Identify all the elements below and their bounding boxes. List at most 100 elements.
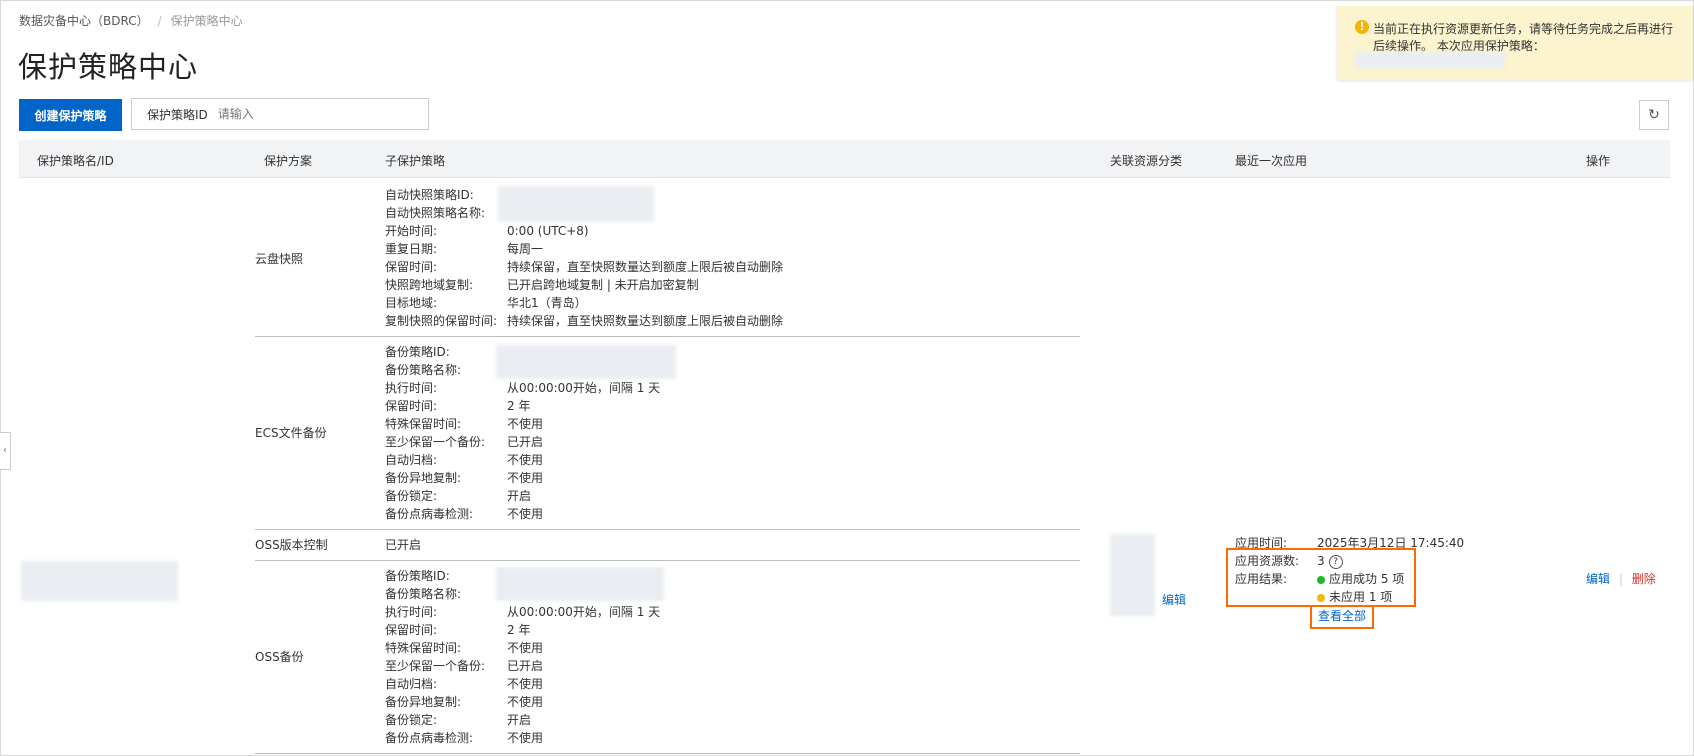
detail-value: 不使用 [507, 453, 544, 467]
detail-row: 备份策略名称: [385, 361, 1085, 379]
delete-policy-link[interactable]: 删除 [1632, 572, 1656, 586]
scheme-oss-versioning: OSS版本控制 [255, 538, 328, 552]
detail-key: 重复日期: [385, 242, 438, 256]
policy-name-redacted [21, 561, 178, 601]
warning-icon: ! [1355, 20, 1369, 34]
table-header: 保护策略名/ID 保护方案 子保护策略 关联资源分类 最近一次应用 操作 [19, 140, 1670, 178]
detail-key: 开始时间: [385, 224, 438, 238]
detail-value: 不使用 [507, 507, 544, 521]
resource-category-redacted [1110, 534, 1155, 616]
detail-row: 特殊保留时间: 不使用 [385, 415, 1085, 433]
row-divider [255, 336, 1080, 337]
search-input[interactable] [217, 107, 368, 121]
scheme-ecs-backup: ECS文件备份 [255, 426, 327, 440]
detail-row: 特殊保留时间: 不使用 [385, 639, 1085, 657]
toast-message: 当前正在执行资源更新任务，请等待任务完成之后再进行后续操作。 本次应用保护策略： [1373, 22, 1674, 53]
row-actions: 编辑 | 删除 [1586, 570, 1656, 588]
row-divider [255, 753, 1080, 754]
oss-versioning-value: 已开启 [385, 538, 422, 552]
action-separator: | [1618, 572, 1623, 586]
edit-policy-link[interactable]: 编辑 [1586, 572, 1610, 586]
page-title: 保护策略中心 [18, 50, 199, 84]
detail-key: 特殊保留时间: [385, 417, 462, 431]
create-policy-button[interactable]: 创建保护策略 [19, 99, 122, 131]
detail-key: 复制快照的保留时间: [385, 314, 498, 328]
detail-row: 目标地域: 华北1（青岛） [385, 294, 1085, 312]
detail-key: 备份策略ID: [385, 569, 450, 583]
col-policy-name: 保护策略名/ID [37, 154, 114, 168]
detail-row: 至少保留一个备份: 已开启 [385, 657, 1085, 675]
snapshot-id-redacted [498, 186, 654, 222]
col-resource-category: 关联资源分类 [1110, 154, 1183, 168]
detail-key: 自动归档: [385, 677, 438, 691]
detail-value: 不使用 [507, 417, 544, 431]
detail-value: 持续保留，直至快照数量达到额度上限后被自动删除 [507, 314, 784, 328]
detail-row: 自动归档: 不使用 [385, 451, 1085, 469]
detail-key: 自动归档: [385, 453, 438, 467]
detail-row: 自动归档: 不使用 [385, 675, 1085, 693]
detail-row: 执行时间: 从00:00:00开始，间隔 1 天 [385, 379, 1085, 397]
detail-row: 备份锁定: 开启 [385, 487, 1085, 505]
detail-value: 持续保留，直至快照数量达到额度上限后被自动删除 [507, 260, 784, 274]
detail-key: 自动快照策略ID: [385, 188, 474, 202]
chevron-left-icon: ‹ [3, 445, 7, 456]
breadcrumb-root[interactable]: 数据灾备中心（BDRC） [19, 14, 149, 28]
highlight-box-view-all [1310, 605, 1374, 629]
row-divider [255, 560, 1080, 561]
detail-value: 每周一 [507, 242, 544, 256]
detail-key: 备份点病毒检测: [385, 731, 474, 745]
detail-row: 备份点病毒检测: 不使用 [385, 505, 1085, 523]
detail-value: 不使用 [507, 677, 544, 691]
policy-id-search[interactable]: 保护策略ID [131, 98, 429, 130]
detail-row: 自动快照策略名称: [385, 204, 1085, 222]
detail-value: 已开启 [507, 435, 544, 449]
detail-value: 不使用 [507, 641, 544, 655]
detail-key: 特殊保留时间: [385, 641, 462, 655]
refresh-button[interactable]: ↻ [1639, 100, 1669, 130]
detail-value: 开启 [507, 489, 532, 503]
detail-value: 0:00 (UTC+8) [507, 224, 589, 238]
detail-key: 备份策略ID: [385, 345, 450, 359]
detail-value: 不使用 [507, 695, 544, 709]
oss-backup-id-redacted [496, 567, 664, 601]
highlight-box-apply-result [1226, 548, 1416, 607]
col-last-apply: 最近一次应用 [1235, 154, 1308, 168]
detail-value: 开启 [507, 713, 532, 727]
detail-key: 保留时间: [385, 399, 438, 413]
oss-backup-details: 备份策略ID: 备份策略名称: 执行时间: 从00:00:00开始，间隔 1 天 … [385, 567, 1085, 747]
breadcrumb-separator: / [157, 14, 162, 28]
detail-row: 备份异地复制: 不使用 [385, 469, 1085, 487]
detail-row: 保留时间: 2 年 [385, 397, 1085, 415]
detail-key: 备份点病毒检测: [385, 507, 474, 521]
detail-key: 备份策略名称: [385, 587, 462, 601]
detail-value: 不使用 [507, 731, 544, 745]
detail-key: 备份异地复制: [385, 471, 462, 485]
search-label: 保护策略ID [147, 107, 208, 122]
detail-key: 备份锁定: [385, 489, 438, 503]
snapshot-details: 自动快照策略ID: 自动快照策略名称: 开始时间: 0:00 (UTC+8) 重复… [385, 186, 1085, 330]
detail-row: 备份锁定: 开启 [385, 711, 1085, 729]
detail-key: 快照跨地域复制: [385, 278, 474, 292]
detail-value: 从00:00:00开始，间隔 1 天 [507, 381, 661, 395]
ecs-backup-details: 备份策略ID: 备份策略名称: 执行时间: 从00:00:00开始，间隔 1 天 … [385, 343, 1085, 523]
scheme-oss-backup: OSS备份 [255, 650, 304, 664]
detail-key: 备份策略名称: [385, 363, 462, 377]
detail-row: 至少保留一个备份: 已开启 [385, 433, 1085, 451]
detail-key: 备份锁定: [385, 713, 438, 727]
detail-value: 已开启 [507, 659, 544, 673]
detail-key: 保留时间: [385, 260, 438, 274]
warning-toast: ! 当前正在执行资源更新任务，请等待任务完成之后再进行后续操作。 本次应用保护策… [1337, 6, 1693, 80]
detail-key: 备份异地复制: [385, 695, 462, 709]
detail-row: 自动快照策略ID: [385, 186, 1085, 204]
detail-key: 目标地域: [385, 296, 438, 310]
detail-value: 不使用 [507, 471, 544, 485]
toast-policy-redacted [1355, 52, 1505, 68]
detail-row: 重复日期: 每周一 [385, 240, 1085, 258]
col-scheme: 保护方案 [264, 154, 313, 168]
resource-edit-link[interactable]: 编辑 [1162, 591, 1186, 609]
detail-key: 至少保留一个备份: [385, 435, 486, 449]
ecs-backup-id-redacted [496, 345, 676, 379]
detail-row: 备份异地复制: 不使用 [385, 693, 1085, 711]
detail-value: 华北1（青岛） [507, 296, 587, 310]
collapse-sidebar-handle[interactable]: ‹ [0, 432, 11, 470]
